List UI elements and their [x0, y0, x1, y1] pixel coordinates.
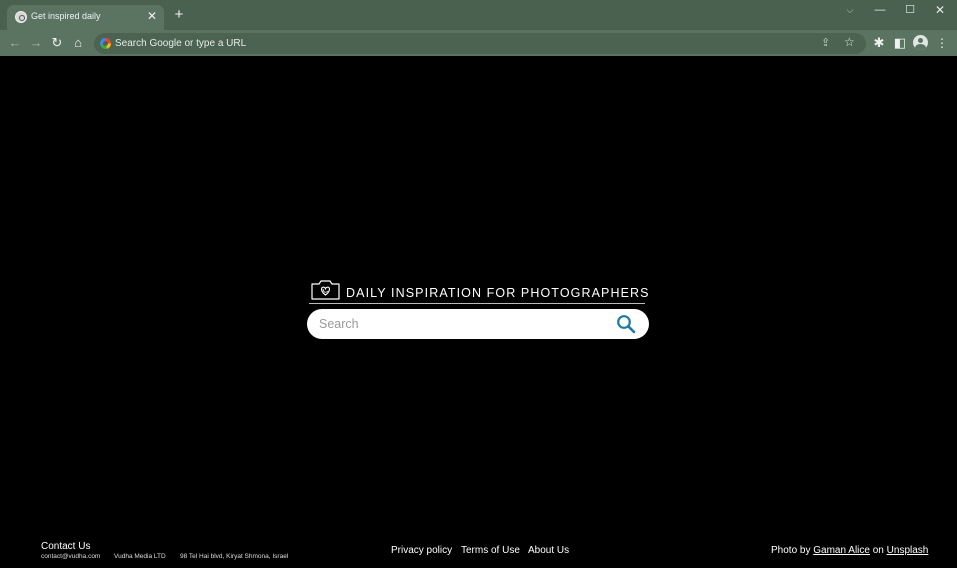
tab-close-icon[interactable]: ✕: [145, 9, 159, 23]
bookmark-star-icon[interactable]: ☆: [844, 35, 855, 49]
extensions-puzzle-icon[interactable]: ✱: [871, 35, 887, 51]
magnifier-icon[interactable]: [616, 314, 636, 334]
address-bar[interactable]: Search Google or type a URL ⇪ ☆: [94, 33, 866, 54]
camera-heart-icon: [311, 280, 340, 300]
browser-toolbar: ← → ↻ ⌂ Search Google or type a URL ⇪ ☆ …: [0, 30, 957, 56]
minimize-button[interactable]: —: [873, 3, 887, 17]
tab-strip: Get inspired daily ✕ + ⌵ — ☐ ✕: [0, 0, 957, 30]
contact-us-heading: Contact Us: [41, 541, 91, 552]
company-name: Vudha Media LTD: [114, 553, 166, 560]
tab-title: Get inspired daily: [31, 11, 101, 21]
photo-credit: Photo by Gaman Alice on Unsplash: [771, 545, 928, 556]
privacy-policy-link[interactable]: Privacy policy: [391, 545, 452, 556]
about-us-link[interactable]: About Us: [528, 545, 569, 556]
search-input[interactable]: [319, 313, 609, 335]
brand-divider: [309, 303, 645, 304]
page-content: DAILY INSPIRATION FOR PHOTOGRAPHERS Cont…: [0, 57, 957, 568]
search-box[interactable]: [307, 309, 649, 339]
google-icon: [100, 38, 111, 49]
new-tab-button[interactable]: +: [172, 7, 186, 22]
contact-email[interactable]: contact@vudha.com: [41, 553, 100, 560]
photographer-link[interactable]: Gaman Alice: [813, 545, 870, 556]
forward-arrow-icon[interactable]: →: [28, 35, 44, 51]
brand-tagline: DAILY INSPIRATION FOR PHOTOGRAPHERS: [346, 286, 650, 300]
chrome-menu-icon[interactable]: ⋮: [934, 35, 950, 51]
tab-search-chevron-icon[interactable]: ⌵: [843, 3, 857, 17]
credit-prefix: Photo by: [771, 545, 811, 556]
home-icon[interactable]: ⌂: [70, 35, 86, 51]
active-tab[interactable]: Get inspired daily ✕: [7, 5, 164, 30]
maximize-button[interactable]: ☐: [903, 3, 917, 17]
address-bar-placeholder: Search Google or type a URL: [115, 38, 247, 49]
close-window-button[interactable]: ✕: [933, 3, 947, 17]
side-panel-icon[interactable]: ◧: [892, 35, 908, 51]
terms-of-use-link[interactable]: Terms of Use: [461, 545, 520, 556]
share-icon[interactable]: ⇪: [821, 36, 830, 49]
site-favicon-icon: [15, 11, 27, 23]
unsplash-link[interactable]: Unsplash: [887, 545, 929, 556]
credit-middle: on: [872, 545, 884, 556]
company-address: 98 Tel Hai blvd, Kiryat Shmona, Israel: [180, 553, 289, 560]
reload-icon[interactable]: ↻: [49, 35, 65, 51]
profile-avatar-icon[interactable]: [913, 35, 928, 50]
brand-header: DAILY INSPIRATION FOR PHOTOGRAPHERS: [309, 279, 648, 303]
back-arrow-icon[interactable]: ←: [7, 35, 23, 51]
